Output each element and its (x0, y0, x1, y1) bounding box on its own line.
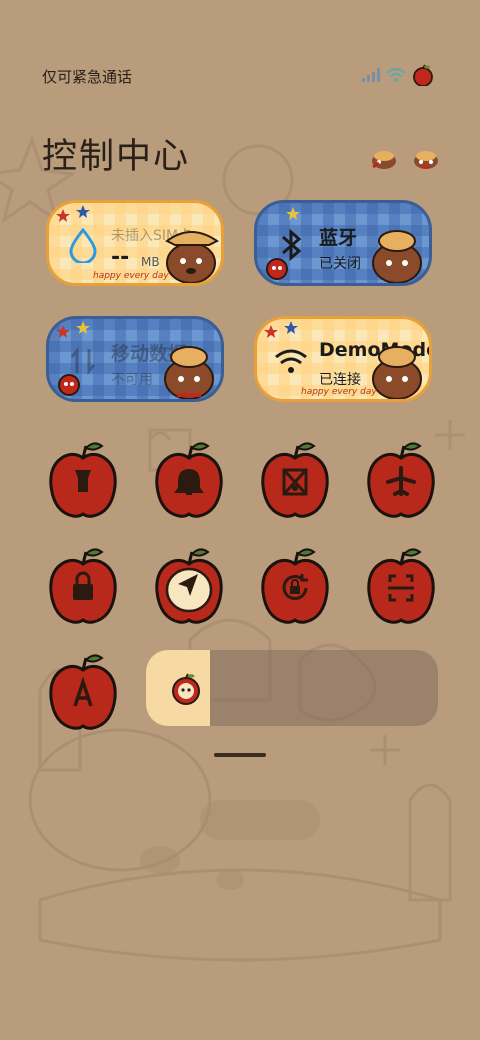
header-stickers (370, 148, 440, 170)
home-indicator[interactable] (214, 753, 266, 757)
stars-decoration (56, 205, 90, 222)
scanner-toggle[interactable] (364, 546, 438, 626)
mobile-data-status: 不可用 (111, 372, 153, 388)
ringer-icon (155, 442, 223, 518)
page-title: 控制中心 (42, 137, 191, 177)
airplane-mode-icon (367, 442, 435, 518)
apple-sticker (266, 258, 288, 280)
apple-sticker (58, 374, 80, 396)
ringer-toggle[interactable] (152, 440, 226, 520)
cowboy-dog-sticker (164, 346, 214, 399)
brightness-slider[interactable] (146, 650, 438, 726)
auto-brightness-toggle[interactable] (46, 652, 120, 732)
mobile-data-card[interactable]: 移动数据 不可用 (46, 316, 224, 402)
apple-face-icon (172, 673, 200, 705)
cowboy-dog-sticker (372, 230, 422, 283)
data-usage-card[interactable]: 未插入SIM卡 -- MB happy every day (46, 200, 224, 286)
wifi-status-icon (386, 68, 406, 82)
status-icons (362, 64, 434, 86)
auto-brightness-icon (49, 654, 117, 730)
signal-icon (362, 68, 380, 82)
screen-cast-icon (261, 442, 329, 518)
status-carrier-text: 仅可紧急通话 (42, 68, 133, 86)
location-toggle[interactable] (152, 546, 226, 626)
bluetooth-card[interactable]: 蓝牙 已关闭 (254, 200, 432, 286)
screen-lock-icon (49, 548, 117, 624)
airplane-mode-toggle[interactable] (364, 440, 438, 520)
happy-every-day-sticker: happy every day (93, 271, 169, 281)
dog-sticker-icon (414, 151, 438, 169)
rotation-lock-icon (261, 548, 329, 624)
stars-decoration (264, 321, 298, 338)
battery-apple-icon (413, 64, 433, 86)
scanner-icon (367, 548, 435, 624)
rotation-lock-toggle[interactable] (258, 546, 332, 626)
wifi-icon (275, 349, 307, 373)
dog-sticker-icon (372, 151, 396, 169)
screen-lock-toggle[interactable] (46, 546, 120, 626)
location-icon (155, 548, 223, 624)
stars-decoration (286, 207, 300, 220)
bluetooth-label: 蓝牙 (319, 227, 358, 249)
screen-cast-toggle[interactable] (258, 440, 332, 520)
bluetooth-status: 已关闭 (319, 256, 361, 272)
data-usage-value: -- (111, 245, 130, 270)
wifi-card[interactable]: DemoMode 已连接 happy every day (254, 316, 432, 402)
stars-decoration (56, 321, 90, 338)
flashlight-toggle[interactable] (46, 440, 120, 520)
flashlight-icon (49, 442, 117, 518)
water-drop-icon (69, 227, 97, 263)
wifi-status: 已连接 (319, 372, 361, 388)
happy-every-day-sticker: happy every day (301, 387, 377, 397)
